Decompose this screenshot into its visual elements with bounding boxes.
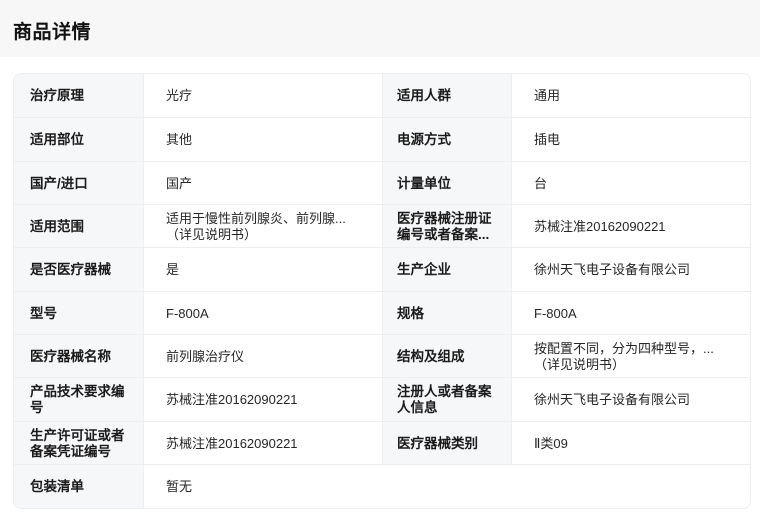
table-row: 适用部位 其他 电源方式 插电 bbox=[14, 117, 750, 161]
field-value: 国产 bbox=[143, 162, 383, 205]
field-value: Ⅱ类09 bbox=[511, 422, 750, 465]
field-label-line: 注册人或者备案 bbox=[397, 383, 492, 399]
page-header: 商品详情 bbox=[0, 0, 760, 57]
field-label: 治疗原理 bbox=[14, 74, 143, 117]
table-row: 治疗原理 光疗 适用人群 通用 bbox=[14, 74, 750, 117]
field-label-line: 人信息 bbox=[397, 399, 438, 415]
field-value-line: （详见说明书） bbox=[166, 226, 258, 242]
field-value: 暂无 bbox=[143, 465, 383, 508]
field-value: 徐州天飞电子设备有限公司 bbox=[511, 378, 750, 421]
field-label: 电源方式 bbox=[383, 118, 511, 161]
field-label: 医疗器械注册证 编号或者备案... bbox=[383, 205, 511, 248]
field-label-line: 生产许可证或者 bbox=[30, 427, 125, 443]
field-label-line: 备案凭证编号 bbox=[30, 443, 111, 459]
field-label: 适用人群 bbox=[383, 74, 511, 117]
table-row: 国产/进口 国产 计量单位 台 bbox=[14, 161, 750, 205]
field-label-line: 号 bbox=[30, 399, 44, 415]
field-value: 光疗 bbox=[143, 74, 383, 117]
field-value-line: 适用于慢性前列腺炎、前列腺... bbox=[166, 210, 346, 226]
field-value: 适用于慢性前列腺炎、前列腺... （详见说明书） bbox=[143, 205, 383, 248]
table-row: 生产许可证或者 备案凭证编号 苏械注准20162090221 医疗器械类别 Ⅱ类… bbox=[14, 421, 750, 465]
field-label: 生产企业 bbox=[383, 248, 511, 291]
field-value: 苏械注准20162090221 bbox=[511, 205, 750, 248]
field-label-line: 产品技术要求编 bbox=[30, 383, 125, 399]
field-label-line: 医疗器械注册证 bbox=[397, 210, 492, 226]
field-label: 是否医疗器械 bbox=[14, 248, 143, 291]
field-value: 苏械注准20162090221 bbox=[143, 422, 383, 465]
page-title: 商品详情 bbox=[13, 22, 92, 43]
field-label: 型号 bbox=[14, 292, 143, 335]
field-value: 前列腺治疗仪 bbox=[143, 335, 383, 378]
table-row: 包装清单 暂无 bbox=[14, 464, 750, 508]
field-value: 其他 bbox=[143, 118, 383, 161]
table-row: 是否医疗器械 是 生产企业 徐州天飞电子设备有限公司 bbox=[14, 247, 750, 291]
field-value: 插电 bbox=[511, 118, 750, 161]
field-label: 计量单位 bbox=[383, 162, 511, 205]
field-value: 苏械注准20162090221 bbox=[143, 378, 383, 421]
field-value-line: 按配置不同，分为四种型号，... bbox=[534, 340, 714, 356]
field-label-line: 编号或者备案... bbox=[397, 226, 490, 242]
field-value: 徐州天飞电子设备有限公司 bbox=[511, 248, 750, 291]
field-value-line: （详见说明书） bbox=[534, 356, 626, 372]
field-value: 按配置不同，分为四种型号，... （详见说明书） bbox=[511, 335, 750, 378]
product-details-table: 治疗原理 光疗 适用人群 通用 适用部位 其他 电源方式 插电 国产/进口 国产… bbox=[13, 73, 751, 509]
table-row: 医疗器械名称 前列腺治疗仪 结构及组成 按配置不同，分为四种型号，... （详见… bbox=[14, 334, 750, 378]
field-value: 台 bbox=[511, 162, 750, 205]
field-value: F-800A bbox=[143, 292, 383, 335]
field-label: 生产许可证或者 备案凭证编号 bbox=[14, 422, 143, 465]
table-row: 型号 F-800A 规格 F-800A bbox=[14, 291, 750, 335]
field-label: 结构及组成 bbox=[383, 335, 511, 378]
field-label: 国产/进口 bbox=[14, 162, 143, 205]
table-row: 产品技术要求编 号 苏械注准20162090221 注册人或者备案 人信息 徐州… bbox=[14, 377, 750, 421]
field-label: 注册人或者备案 人信息 bbox=[383, 378, 511, 421]
field-label: 医疗器械名称 bbox=[14, 335, 143, 378]
field-label: 适用范围 bbox=[14, 205, 143, 248]
field-label: 产品技术要求编 号 bbox=[14, 378, 143, 421]
field-label: 包装清单 bbox=[14, 465, 143, 508]
field-value: 通用 bbox=[511, 74, 750, 117]
field-label: 规格 bbox=[383, 292, 511, 335]
field-value: 是 bbox=[143, 248, 383, 291]
field-value: F-800A bbox=[511, 292, 750, 335]
table-row: 适用范围 适用于慢性前列腺炎、前列腺... （详见说明书） 医疗器械注册证 编号… bbox=[14, 204, 750, 248]
field-label: 医疗器械类别 bbox=[383, 422, 511, 465]
field-label: 适用部位 bbox=[14, 118, 143, 161]
